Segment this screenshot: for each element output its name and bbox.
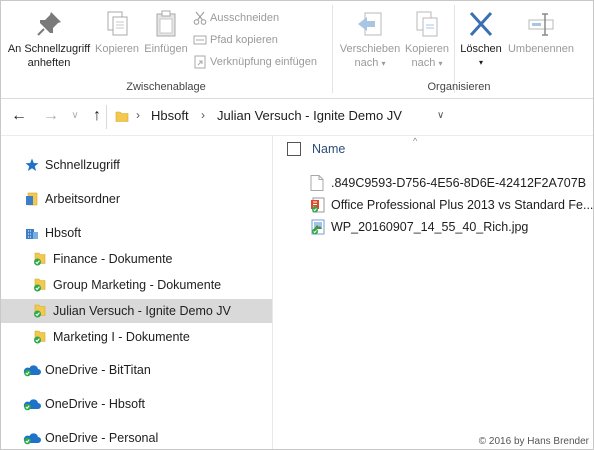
path-icon — [193, 35, 207, 45]
ribbon-divider — [332, 5, 333, 93]
copy-to-label: Kopieren — [404, 43, 450, 55]
move-to-sub-label: nach — [354, 57, 379, 69]
synced-folder-icon — [34, 252, 46, 266]
nav-item-label: Marketing I - Dokumente — [53, 330, 190, 344]
select-all-checkbox[interactable] — [287, 142, 301, 156]
column-header-name[interactable]: Name — [312, 142, 345, 156]
file-name: WP_20160907_14_55_40_Rich.jpg — [331, 220, 529, 234]
pin-quick-access-label: An Schnellzugriff anheften — [7, 43, 91, 69]
paste-shortcut-label: Verknüpfung einfügen — [210, 56, 318, 68]
onedrive-cloud-icon — [23, 365, 41, 377]
delete-label: Löschen — [460, 43, 502, 55]
up-arrow-icon[interactable]: ↑ — [87, 106, 107, 126]
recent-chevron-icon[interactable]: ∨ — [65, 106, 85, 126]
copy-icon — [107, 11, 128, 36]
breadcrumb-item-hbsoft[interactable]: Hbsoft — [151, 108, 189, 123]
clipboard-icon — [156, 10, 176, 37]
copy-path-button[interactable]: Pfad kopieren — [193, 31, 278, 49]
nav-item-marketing-i[interactable]: Marketing I - Dokumente — [1, 325, 272, 349]
file-list: ^ Name .849C9593-D756-4E56-8D6E-42412F2A… — [273, 136, 593, 449]
column-header: ^ Name — [273, 136, 593, 164]
file-name: .849C9593-D756-4E56-8D6E-42412F2A707B — [331, 176, 587, 190]
copy-to-sub-label: nach — [411, 57, 436, 69]
explorer-window: An Schnellzugriff anheften Kopieren Einf… — [0, 0, 594, 450]
synced-folder-icon — [34, 330, 46, 344]
paste-shortcut-button[interactable]: Verknüpfung einfügen — [193, 53, 317, 71]
ribbon-divider — [454, 5, 455, 93]
nav-item-hbsoft[interactable]: Hbsoft — [1, 221, 272, 245]
nav-item-onedrive-hbsoft[interactable]: OneDrive - Hbsoft — [1, 392, 272, 416]
nav-item-work-folders[interactable]: Arbeitsordner — [1, 187, 272, 211]
synced-folder-icon — [34, 304, 46, 318]
copyright-watermark: © 2016 by Hans Brender — [478, 436, 589, 447]
nav-item-label: Julian Versuch - Ignite Demo JV — [53, 304, 231, 318]
office-document-icon — [311, 197, 325, 213]
nav-item-label: OneDrive - Hbsoft — [45, 397, 146, 411]
folder-icon — [115, 111, 129, 122]
nav-item-onedrive-bittitan[interactable]: OneDrive - BitTitan — [1, 358, 272, 382]
ribbon: An Schnellzugriff anheften Kopieren Einf… — [1, 1, 593, 99]
nav-item-label: Finance - Dokumente — [53, 252, 173, 266]
star-icon — [25, 158, 39, 171]
nav-item-label: OneDrive - Personal — [45, 431, 159, 445]
breadcrumb-dropdown-icon[interactable]: ∨ — [437, 110, 444, 121]
cut-button[interactable]: Ausschneiden — [193, 9, 279, 27]
paste-button[interactable]: Einfügen — [143, 9, 189, 56]
delete-x-icon — [469, 11, 493, 37]
work-folders-icon — [26, 192, 38, 206]
paste-label: Einfügen — [144, 43, 188, 55]
move-to-icon — [358, 12, 382, 36]
rename-label: Umbenennen — [507, 43, 575, 55]
breadcrumb-separator-icon: › — [201, 108, 205, 122]
move-to-label: Verschieben — [339, 43, 401, 55]
file-row[interactable]: .849C9593-D756-4E56-8D6E-42412F2A707B — [273, 172, 593, 194]
navigation-bar: ← → ∨ ↑ › Hbsoft › Julian Versuch - Igni… — [1, 99, 593, 136]
organize-group-label: Organisieren — [427, 81, 491, 93]
cut-label: Ausschneiden — [210, 12, 280, 24]
nav-item-onedrive-personal[interactable]: OneDrive - Personal — [1, 426, 272, 449]
scissors-icon — [193, 11, 207, 25]
nav-item-label: OneDrive - BitTitan — [45, 363, 151, 377]
delete-button[interactable]: Löschen ▾ — [457, 9, 505, 70]
copy-to-icon — [416, 11, 438, 37]
nav-item-label: Hbsoft — [45, 226, 82, 240]
file-name: Office Professional Plus 2013 vs Standar… — [331, 198, 594, 212]
clipboard-group-label: Zwischenablage — [126, 81, 206, 93]
pin-quick-access-button[interactable]: An Schnellzugriff anheften — [5, 9, 93, 70]
nav-item-label: Arbeitsordner — [45, 192, 121, 206]
forward-arrow-icon[interactable]: → — [41, 106, 61, 126]
navigation-pane: Schnellzugriff Arbeitsordner Hbsoft Fina… — [1, 136, 273, 449]
building-icon — [26, 229, 38, 239]
synced-folder-icon — [34, 278, 46, 292]
nav-item-quick-access[interactable]: Schnellzugriff — [1, 153, 272, 177]
copy-button[interactable]: Kopieren — [95, 9, 139, 56]
copy-path-label: Pfad kopieren — [210, 34, 278, 46]
image-file-icon — [311, 219, 325, 235]
rename-button[interactable]: Umbenennen — [505, 9, 577, 56]
blank-file-icon — [310, 175, 324, 191]
nav-item-finance[interactable]: Finance - Dokumente — [1, 247, 272, 271]
nav-item-julian-versuch[interactable]: Julian Versuch - Ignite Demo JV — [1, 299, 272, 323]
pin-icon — [37, 12, 61, 36]
onedrive-cloud-icon — [23, 433, 41, 445]
nav-item-label: Schnellzugriff — [45, 158, 120, 172]
copy-label: Kopieren — [95, 43, 140, 55]
copy-to-caret-icon: ▾ — [438, 59, 443, 68]
rename-icon — [528, 13, 554, 36]
nav-item-label: Group Marketing - Dokumente — [53, 278, 222, 292]
back-arrow-icon[interactable]: ← — [9, 106, 29, 126]
move-to-caret-icon: ▾ — [381, 59, 386, 68]
file-row[interactable]: Office Professional Plus 2013 vs Standar… — [273, 194, 593, 216]
breadcrumb-item-current[interactable]: Julian Versuch - Ignite Demo JV — [217, 108, 402, 123]
move-to-button[interactable]: Verschieben nach ▾ — [337, 9, 403, 71]
nav-item-group-marketing[interactable]: Group Marketing - Dokumente — [1, 273, 272, 297]
delete-caret-icon: ▾ — [478, 58, 483, 67]
breadcrumb-separator-icon: › — [136, 108, 140, 122]
copy-to-button[interactable]: Kopieren nach ▾ — [403, 9, 451, 71]
onedrive-cloud-icon — [23, 399, 41, 411]
file-row[interactable]: WP_20160907_14_55_40_Rich.jpg — [273, 216, 593, 238]
address-bar[interactable]: › Hbsoft › Julian Versuch - Ignite Demo … — [106, 105, 593, 129]
shortcut-icon — [194, 55, 206, 69]
sort-caret-icon: ^ — [413, 136, 418, 146]
